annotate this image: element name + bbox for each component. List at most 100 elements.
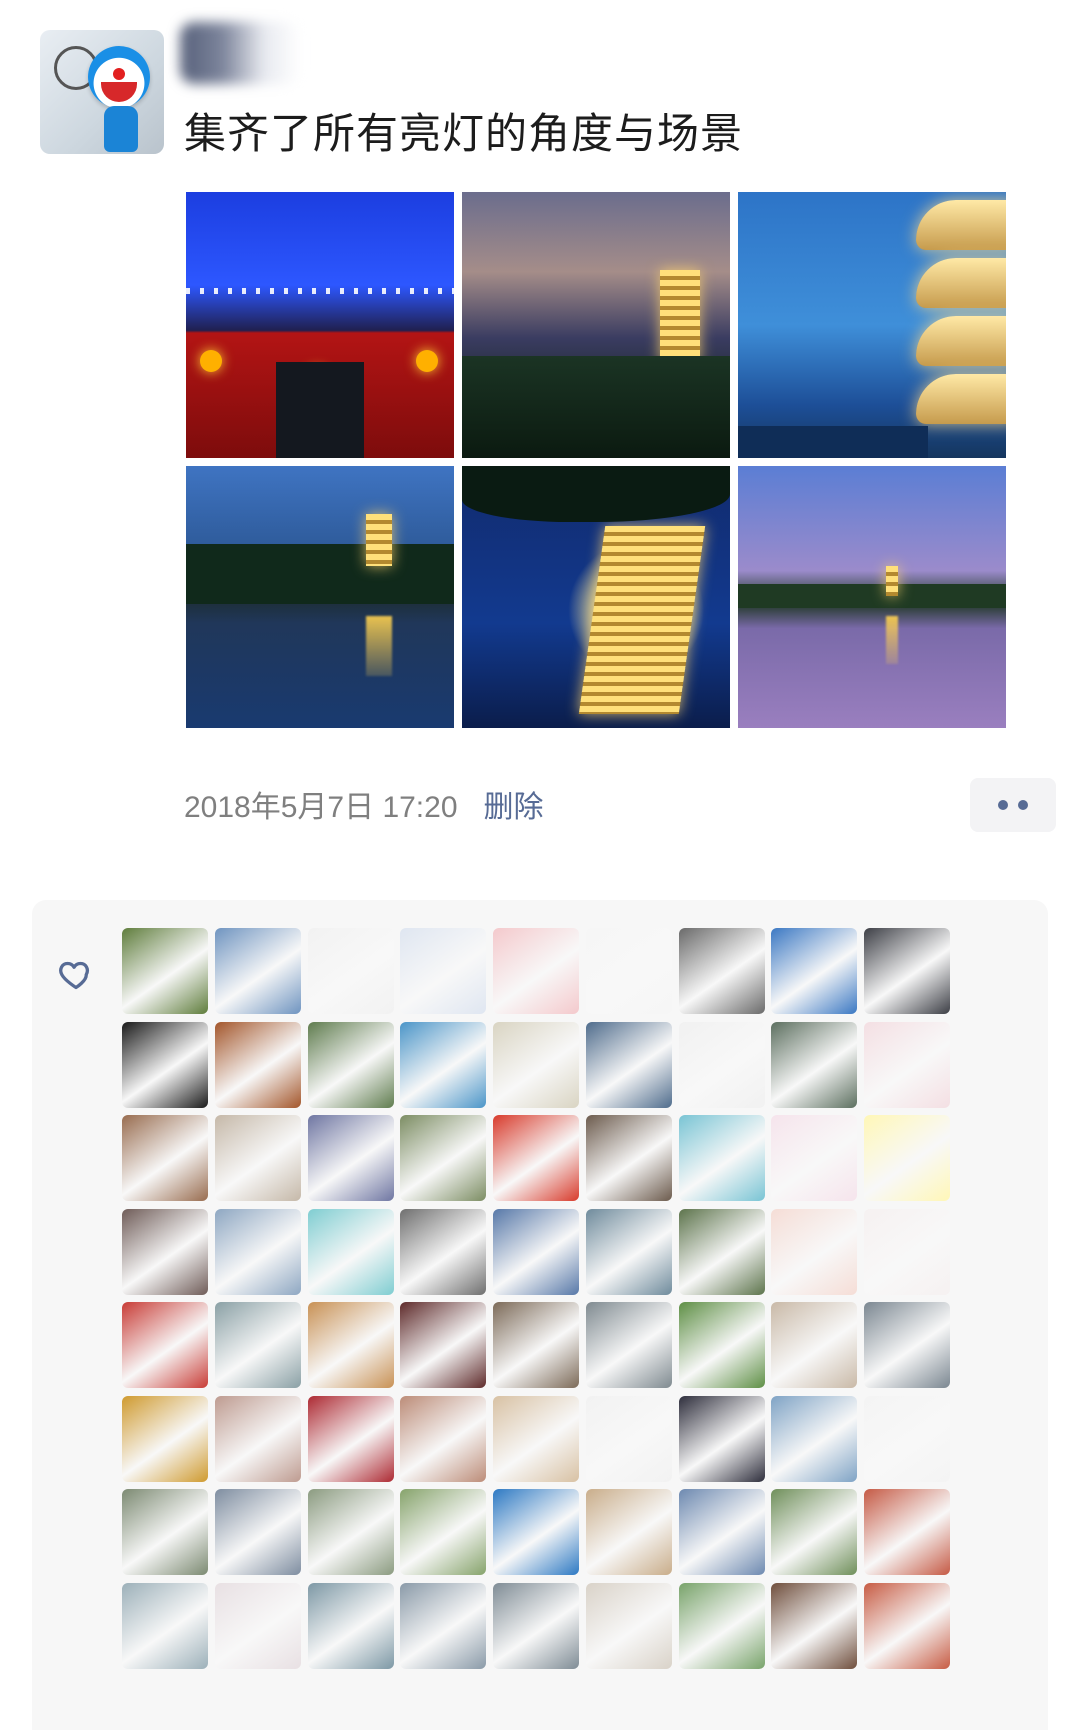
liked-user-avatar[interactable] [864,1208,950,1295]
pagoda-icon [578,526,706,714]
liked-user-avatar[interactable] [400,1208,487,1295]
liked-user-avatar[interactable] [214,1115,301,1201]
liked-avatars-grid [122,928,1026,1730]
liked-user-avatar[interactable] [122,1115,208,1201]
liked-user-avatar[interactable] [400,1395,487,1482]
liked-user-avatar[interactable] [307,1395,394,1482]
liked-user-avatar[interactable] [400,1115,487,1201]
pagoda-icon [660,270,700,362]
liked-user-avatar[interactable] [307,1208,394,1295]
liked-user-avatar[interactable] [678,1489,765,1575]
liked-user-avatar[interactable] [771,1489,858,1575]
liked-user-avatar[interactable] [864,1489,950,1575]
liked-user-avatar[interactable] [400,1489,487,1575]
liked-user-avatar[interactable] [771,1115,858,1201]
liked-user-avatar[interactable] [307,1115,394,1201]
liked-user-avatar[interactable] [122,1208,208,1295]
liked-user-avatar[interactable] [307,1021,394,1108]
liked-user-avatar[interactable] [771,1302,858,1388]
liked-user-avatar[interactable] [307,928,394,1014]
liked-user-avatar[interactable] [771,1395,858,1482]
pagoda-icon [366,514,392,566]
liked-user-avatar[interactable] [122,1395,208,1482]
liked-user-avatar[interactable] [678,1582,765,1669]
liked-user-avatar[interactable] [307,1489,394,1575]
liked-user-avatar[interactable] [214,1489,301,1575]
heart-icon [59,961,89,990]
dot-icon [1018,800,1028,810]
dot-icon [998,800,1008,810]
liked-user-avatar[interactable] [400,928,487,1014]
liked-user-avatar[interactable] [678,1208,765,1295]
post-timestamp: 2018年5月7日 17:20 [184,791,458,824]
liked-user-avatar[interactable] [400,1302,487,1388]
liked-user-avatar[interactable] [864,928,950,1014]
liked-user-avatar[interactable] [771,928,858,1014]
liked-user-avatar[interactable] [122,1489,208,1575]
delete-link[interactable]: 删除 [484,782,544,826]
user-avatar[interactable] [40,30,164,154]
treeline [738,584,1006,608]
liked-user-avatar[interactable] [493,1302,579,1388]
liked-user-avatar[interactable] [585,1208,672,1295]
liked-user-avatar[interactable] [493,1489,579,1575]
liked-user-avatar[interactable] [493,1115,579,1201]
distant-city [738,426,928,458]
photo-pagoda-lowangle[interactable] [462,466,730,728]
liked-user-avatar[interactable] [214,1302,301,1388]
liked-user-avatar[interactable] [585,1302,672,1388]
liked-user-avatar[interactable] [400,1021,487,1108]
liked-user-avatar[interactable] [771,1021,858,1108]
liked-user-avatar[interactable] [122,928,208,1014]
liked-user-avatar[interactable] [307,1582,394,1669]
liked-user-avatar[interactable] [864,1302,950,1388]
liked-user-avatar[interactable] [771,1208,858,1295]
liked-user-avatar[interactable] [678,928,765,1014]
tree-canopy [462,466,730,522]
liked-user-avatar[interactable] [864,1115,950,1201]
liked-user-avatar[interactable] [493,1208,579,1295]
liked-user-avatar[interactable] [214,1021,301,1108]
liked-user-avatar[interactable] [678,1395,765,1482]
liked-user-avatar[interactable] [307,1302,394,1388]
avatar-doraemon-body [104,106,138,152]
liked-user-avatar[interactable] [493,1582,579,1669]
liked-user-avatar[interactable] [864,1395,950,1482]
liked-user-avatar[interactable] [493,928,579,1014]
liked-user-avatar[interactable] [585,1395,672,1482]
liked-user-avatar[interactable] [678,1021,765,1108]
pagoda-reflection [366,616,392,676]
liked-user-avatar[interactable] [122,1582,208,1669]
photo-gate-night[interactable] [186,192,454,458]
more-options-button[interactable] [970,778,1056,832]
liked-user-avatar[interactable] [214,1395,301,1482]
photo-lake-purple[interactable] [738,466,1006,728]
liked-user-avatar[interactable] [771,1582,858,1669]
avatar-doraemon-nose [113,68,125,80]
liked-user-avatar[interactable] [864,1582,950,1669]
pagoda-icon [886,566,898,596]
pagoda-eave [916,374,1006,424]
photo-lake-reflection[interactable] [186,466,454,728]
liked-user-avatar[interactable] [122,1302,208,1388]
liked-user-avatar[interactable] [493,1395,579,1482]
liked-user-avatar[interactable] [864,1021,950,1108]
liked-user-avatar[interactable] [214,928,301,1014]
liked-user-avatar[interactable] [585,1489,672,1575]
liked-user-avatar[interactable] [585,1021,672,1108]
photo-pagoda-closeup[interactable] [738,192,1006,458]
liked-user-avatar[interactable] [585,1115,672,1201]
liked-user-avatar[interactable] [122,1021,208,1108]
user-name-blurred[interactable] [180,22,300,84]
liked-user-avatar[interactable] [585,1582,672,1669]
liked-user-avatar[interactable] [678,1302,765,1388]
pagoda-eave [916,316,1006,366]
liked-user-avatar[interactable] [214,1582,301,1669]
liked-user-avatar[interactable] [214,1208,301,1295]
liked-user-avatar[interactable] [493,1021,579,1108]
liked-user-avatar[interactable] [678,1115,765,1201]
liked-user-avatar[interactable] [400,1582,487,1669]
liked-user-avatar[interactable] [585,928,672,1014]
pagoda-eave [916,258,1006,308]
photo-pagoda-dusk[interactable] [462,192,730,458]
